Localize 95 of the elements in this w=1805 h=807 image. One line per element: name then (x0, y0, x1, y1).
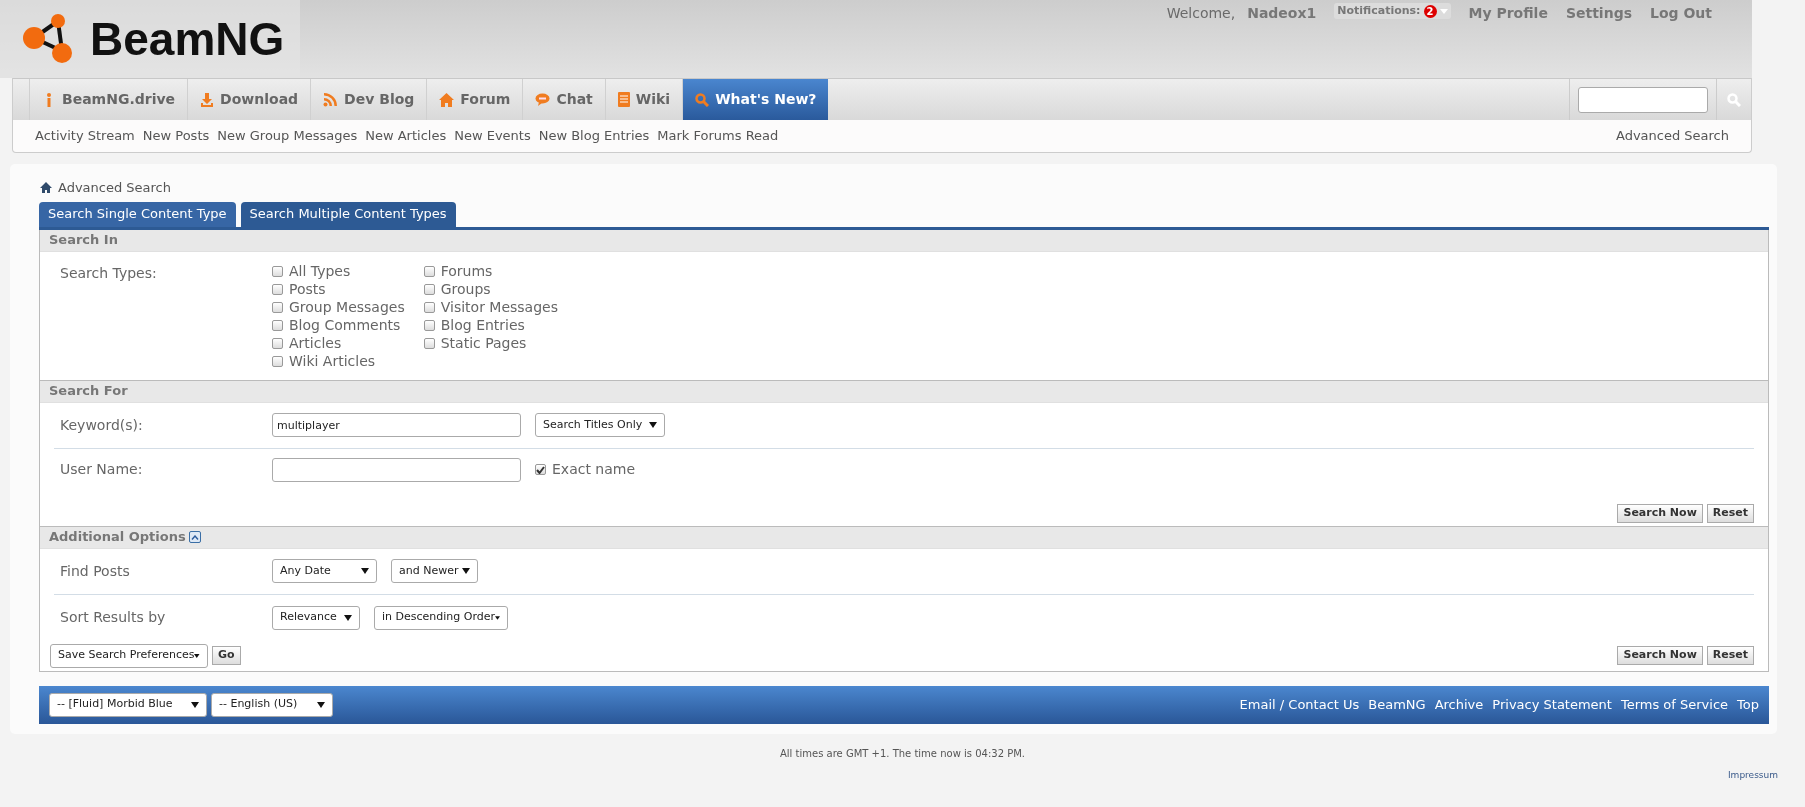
checkbox[interactable] (272, 338, 283, 349)
checkbox-label: Group Messages (289, 298, 405, 317)
search-now-button[interactable]: Search Now (1617, 503, 1703, 523)
checkbox-label: Groups (440, 280, 491, 299)
section-heading: Additional Options (49, 528, 186, 547)
speech-bubble-icon (535, 93, 551, 106)
nav-tab[interactable]: What's New? (682, 79, 829, 120)
checkbox[interactable] (272, 266, 283, 277)
rss-icon (323, 92, 339, 107)
footer-link[interactable]: BeamNG (1368, 694, 1426, 715)
checkbox[interactable] (423, 338, 435, 349)
username-field[interactable] (272, 457, 521, 482)
checkbox-label: Blog Entries (440, 316, 525, 335)
field-label: Find Posts (60, 561, 131, 581)
checkbox-label: Exact name (552, 460, 636, 479)
impressum-link[interactable]: Impressum (1727, 769, 1778, 780)
caret-icon (1439, 8, 1448, 14)
checkbox-label: Visitor Messages (440, 298, 558, 317)
checkbox[interactable] (272, 356, 283, 367)
dropdown[interactable]: and Newer (391, 559, 478, 583)
checkbox[interactable] (423, 320, 435, 331)
download-icon (200, 91, 215, 108)
checkbox[interactable] (272, 284, 283, 295)
reset-button[interactable]: Reset (1706, 646, 1754, 665)
subnav-link[interactable]: New Group Messages (217, 126, 358, 146)
footer-link[interactable]: Privacy Statement (1492, 694, 1612, 715)
section-heading: Search For (49, 382, 128, 401)
footer-link[interactable]: Top (1737, 694, 1759, 715)
go-button[interactable]: Go (212, 646, 241, 665)
home-icon (439, 92, 455, 107)
checkbox[interactable] (423, 284, 435, 295)
caret-icon (317, 701, 325, 708)
checkbox-label: Forums (440, 262, 493, 281)
keyword-field[interactable]: multiplayer (272, 413, 521, 437)
subnav-link[interactable]: New Blog Entries (538, 126, 650, 146)
checkbox-label: Posts (289, 280, 326, 299)
nav-tab[interactable]: Chat (522, 79, 605, 120)
checkbox-label: Articles (289, 334, 342, 353)
content-type-tab[interactable]: Search Single Content Type (39, 201, 236, 227)
caret-icon (361, 568, 369, 574)
nav-tab[interactable]: Download (187, 79, 311, 120)
field-label: User Name: (60, 460, 144, 479)
logo-text: BeamNG (90, 11, 285, 67)
search-now-button[interactable]: Search Now (1617, 646, 1703, 665)
checkbox-label: Static Pages (440, 334, 527, 353)
dropdown[interactable]: Search Titles Only (535, 413, 665, 437)
nav-tab[interactable]: Forum (426, 79, 523, 120)
subnav-link[interactable]: Mark Forums Read (657, 126, 779, 146)
nav-tab[interactable]: BeamNG.drive (29, 79, 188, 120)
checkbox-label: Blog Comments (289, 316, 401, 335)
caret-icon (344, 614, 352, 621)
welcome-text: Welcome, (1166, 4, 1236, 23)
subnav-link[interactable]: New Posts (142, 126, 210, 146)
subnav-link[interactable]: New Events (454, 126, 531, 146)
field-label: Keyword(s): (60, 415, 144, 435)
checkbox[interactable] (423, 302, 435, 313)
dropdown[interactable]: Relevance (272, 605, 360, 630)
home-icon[interactable] (40, 182, 52, 194)
collapse-toggle[interactable] (188, 531, 201, 543)
field-label: Search Types: (60, 263, 158, 283)
dropdown[interactable]: -- English (US) (211, 692, 333, 717)
dropdown[interactable]: -- [Fluid] Morbid Blue (49, 692, 207, 717)
caret-icon (649, 422, 657, 428)
caret-icon (194, 652, 200, 659)
dropdown[interactable]: in Descending Order (374, 605, 508, 630)
chevron-up-icon (190, 534, 199, 540)
search-field[interactable] (1578, 86, 1708, 113)
checkbox[interactable] (272, 302, 283, 313)
notifications-button[interactable]: Notifications: 2 (1334, 3, 1451, 19)
footer-link[interactable]: Archive (1434, 694, 1484, 715)
nav-tab[interactable]: Dev Blog (310, 79, 427, 120)
time-note: All times are GMT +1. The time now is 04:32 PM. (779, 747, 1025, 759)
dropdown[interactable]: Any Date (272, 559, 377, 583)
caret-icon (462, 568, 470, 574)
caret-icon (495, 614, 500, 621)
dropdown[interactable]: Save Search Preferences (50, 643, 208, 668)
search-icon (695, 92, 710, 107)
checkbox[interactable] (535, 464, 546, 475)
document-icon (617, 92, 630, 107)
subnav-link[interactable]: New Articles (365, 126, 447, 146)
advanced-search-link[interactable]: Advanced Search (1616, 126, 1729, 146)
checkbox[interactable] (423, 266, 435, 277)
notification-count: 2 (1423, 4, 1437, 18)
checkbox-label: Wiki Articles (289, 352, 376, 371)
checkbox-label: All Types (289, 262, 351, 281)
breadcrumb-text: Advanced Search (58, 179, 171, 197)
caret-icon (191, 701, 199, 708)
content-type-tab[interactable]: Search Multiple Content Types (240, 201, 456, 227)
footer-link[interactable]: Email / Contact Us (1239, 694, 1360, 715)
footer-link[interactable]: Terms of Service (1620, 694, 1729, 715)
field-label: Sort Results by (60, 608, 167, 627)
section-heading: Search In (49, 231, 118, 250)
reset-button[interactable]: Reset (1706, 503, 1754, 523)
checkbox[interactable] (272, 320, 283, 331)
subnav-link[interactable]: Activity Stream (35, 126, 135, 146)
